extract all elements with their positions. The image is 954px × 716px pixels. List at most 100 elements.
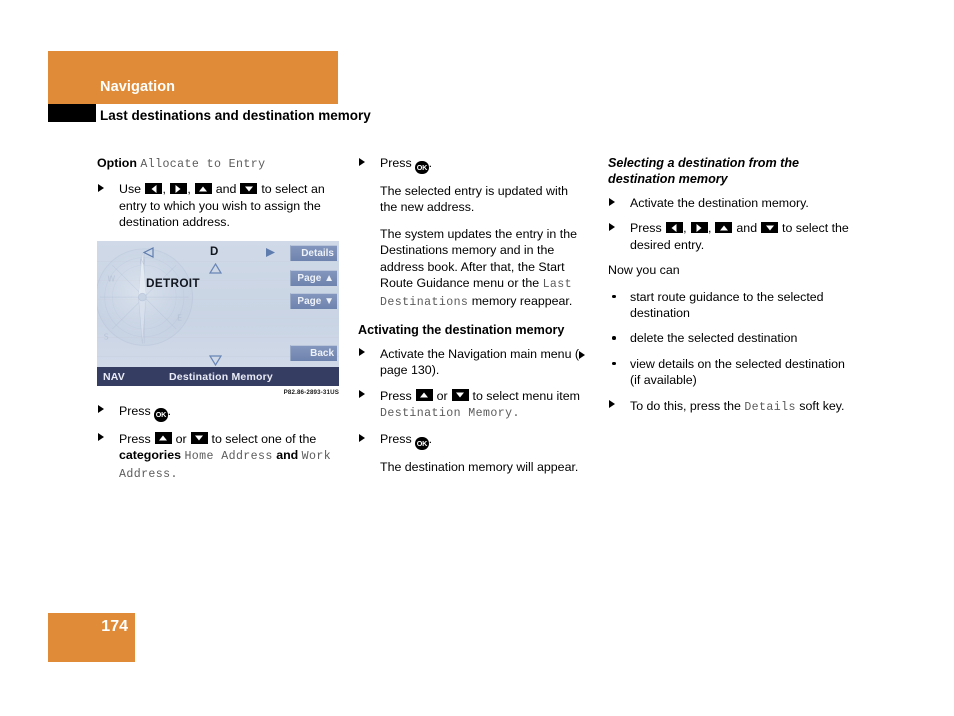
column-2: Press OK. The selected entry is updated … [358,155,588,486]
page-number-band: 174 [48,613,135,662]
step-select-category: Press or to select one of the categories… [97,431,339,484]
scroll-up-arrow-icon[interactable] [209,263,222,274]
figure-caption: P82.86-2893-31US [283,389,339,396]
lead-in-text: Now you can [608,263,680,278]
arrow-left-key-icon [145,182,162,195]
arrow-right-key-icon [169,182,187,195]
list-item: delete the selected destination [608,330,852,346]
softkey-back[interactable]: Back [290,345,337,361]
subheading-activating-destination-memory: Activating the destination memory [358,322,565,337]
period-5: . [428,432,433,447]
step-text-a: Activate the Navigation main menu ( [380,346,580,361]
compass-watermark-icon: N S E W [97,248,194,346]
svg-text:N: N [139,257,145,266]
list-item: view details on the selected destination… [608,356,852,389]
softkey-details[interactable]: Details [290,245,337,261]
page-reference-arrow-icon [579,350,586,359]
period-1: . [167,403,172,418]
step-triangle-icon [609,400,615,409]
step-text-a-2: To do this, press the [630,398,745,413]
softkey-page-up[interactable]: Page ▲ [290,270,337,286]
nav-screen: N S E W D DETROIT Details Page ▲ Page ▼ … [97,241,339,386]
scroll-left-arrow-icon[interactable] [143,247,155,258]
status-mode-label: NAV [103,370,125,383]
menu-item-destination-memory: Destination Memory [380,407,513,421]
svg-text:W: W [108,275,116,284]
step-tail-text: to select one of the [211,431,317,446]
conjunction-and-1: and [215,182,237,197]
arrow-left-key-icon [665,221,683,234]
column-3: Selecting a destination from the destina… [608,155,852,425]
categories-label: categories [119,448,181,463]
step-select-menu-item: Press or to select menu item Destination… [358,388,588,423]
step-activate-nav-main-menu: Activate the Navigation main menu (page … [358,346,588,379]
step-triangle-icon [609,222,615,231]
scroll-down-arrow-icon[interactable] [209,355,222,366]
step-triangle-icon [609,197,615,206]
arrow-down-key-icon [451,389,469,401]
status-screen-title: Destination Memory [169,370,273,383]
step-text: Activate the destination memory. [630,196,809,210]
arrow-up-key-icon [715,221,733,234]
press-label-3: Press [380,156,412,170]
step-triangle-icon [98,183,104,192]
bullet-dot-icon [612,294,616,299]
bullet-text: start route guidance to the selected des… [630,289,824,321]
comma-3: , [683,221,687,236]
comma-2: , [187,182,191,197]
section-title: Last destinations and destination memory [100,108,371,123]
step-press-ok-2: Press OK. [358,155,588,174]
step-use-arrows: Use , , and to select an entry to which … [97,181,339,230]
arrow-up-key-icon [415,389,433,401]
comma-4: , [708,221,712,236]
paragraph-text-b: memory reappear. [468,294,573,309]
step-text-pre: Use [119,182,142,197]
option-label: Option [97,156,137,170]
chapter-header-band: Navigation [48,51,338,104]
bullet-dot-icon [612,361,616,366]
press-label-1: Press [119,403,151,418]
press-label-4: Press [380,388,412,403]
bullet-text: delete the selected destination [630,331,798,346]
result-paragraph-2: The system updates the entry in the Dest… [358,226,588,312]
arrow-down-key-icon [240,182,258,195]
step-press-ok-3: Press OK. [358,431,588,451]
press-label-5: Press [380,432,412,447]
nav-letter-index: D [210,246,219,258]
step-tail-text-2: to select menu item [472,388,580,403]
step-triangle-icon [98,433,104,442]
scroll-right-arrow-icon[interactable] [264,247,276,258]
step-press-details-softkey: To do this, press the Details soft key. [608,398,852,416]
list-item: start route guidance to the selected des… [608,289,852,322]
comma-1: , [162,182,166,197]
svg-text:E: E [177,313,182,322]
navigation-screen-figure: N S E W D DETROIT Details Page ▲ Page ▼ … [97,241,339,396]
ok-key-icon: OK [415,160,429,174]
result-paragraph-3: The destination memory will appear. [380,460,579,475]
press-label-2: Press [119,431,151,446]
ok-key-icon: OK [415,436,429,451]
bullet-dot-icon [612,336,616,341]
step-select-desired-entry: Press , , and to select the desired entr… [608,220,852,253]
arrow-down-key-icon [761,221,779,234]
step-triangle-icon [359,157,365,166]
ok-key-icon: OK [154,408,168,422]
step-text-b: ). [431,363,440,378]
step-triangle-icon [359,433,365,442]
press-label-6: Press [630,221,662,236]
period-3: . [428,156,433,170]
category-home-address: Home Address [184,450,273,464]
arrow-down-key-icon [190,432,208,444]
step-press-ok-1: Press OK. [97,403,339,422]
period-4: . [512,407,520,421]
destination-list-entry[interactable]: DETROIT [146,276,200,290]
option-line: Option Allocate to Entry [97,155,339,173]
conjunction-and-3: and [736,221,758,236]
nav-status-bar: NAV Destination Memory [97,367,339,386]
step-activate-destination-memory: Activate the destination memory. [608,195,852,211]
conjunction-or-1: or [175,431,187,446]
softkey-page-down[interactable]: Page ▼ [290,293,337,309]
step-text-b-2: soft key. [795,398,845,413]
period-2: . [170,468,178,482]
step-triangle-icon [359,390,365,399]
